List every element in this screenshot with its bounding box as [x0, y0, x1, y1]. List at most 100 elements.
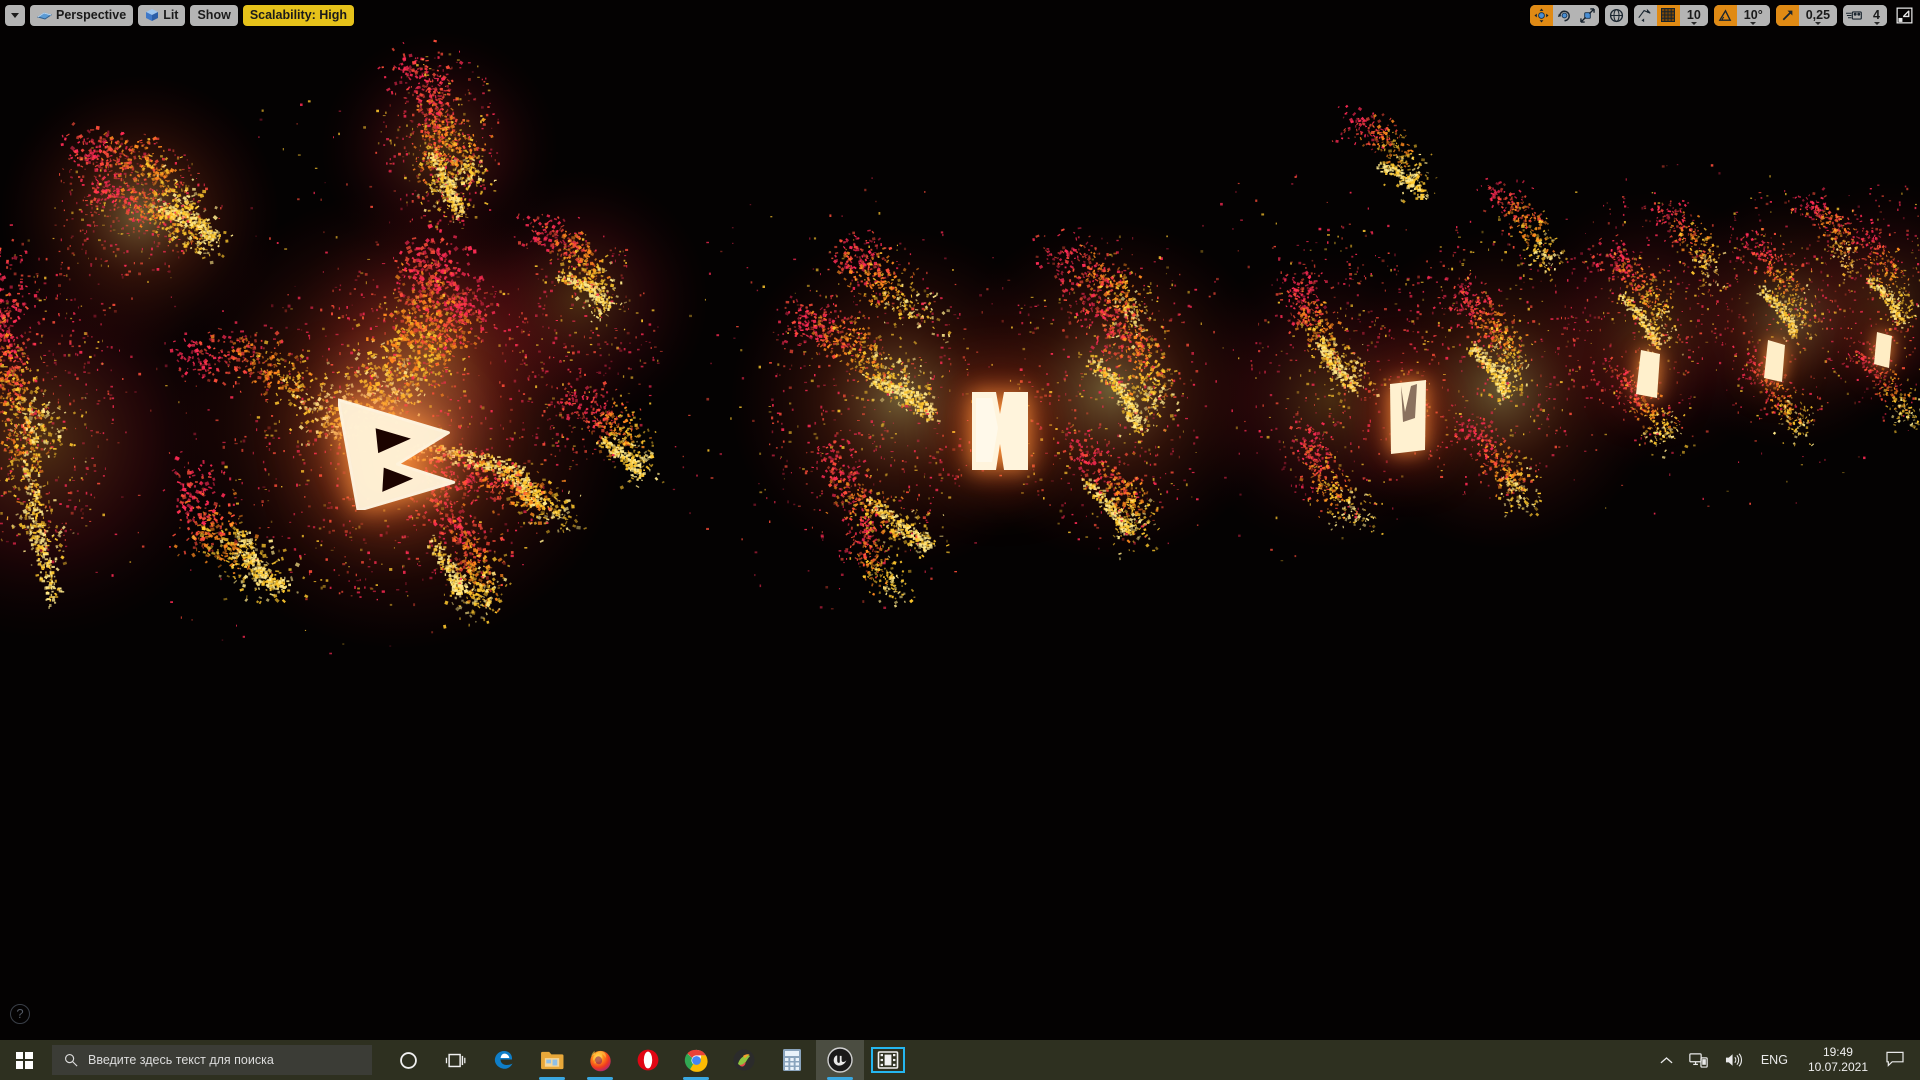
camera-speed-value-button[interactable]: 4: [1866, 4, 1887, 26]
calculator-icon: [783, 1049, 801, 1071]
chevron-down-icon: [1750, 21, 1757, 25]
fl-studio-icon: [733, 1049, 755, 1071]
opera-icon: [637, 1049, 659, 1071]
logo-far-4: [1872, 330, 1894, 372]
taskbar-item-firefox[interactable]: [576, 1040, 624, 1080]
unreal-engine-icon: [827, 1047, 853, 1073]
volume-button[interactable]: [1716, 1040, 1751, 1080]
viewport-scene: [0, 0, 1920, 1040]
scalability-button[interactable]: Scalability: High: [242, 4, 355, 26]
logo-far-3: [1762, 338, 1788, 386]
camera-perspective-icon: [37, 11, 52, 20]
scale-gizmo-icon: [1580, 7, 1595, 23]
windows-taskbar: Введите здесь текст для поиска ENG 19:49…: [0, 1040, 1920, 1080]
camera-mode-label: Perspective: [56, 8, 126, 22]
select-and-scale-button[interactable]: [1575, 4, 1599, 26]
chrome-icon: [684, 1049, 708, 1072]
viewport-options-button[interactable]: [5, 4, 25, 26]
diagonal-arrow-icon: [1782, 10, 1793, 20]
scale-snap-toggle[interactable]: [1775, 4, 1799, 26]
scalability-label: Scalability: High: [250, 8, 347, 22]
select-and-rotate-button[interactable]: [1552, 4, 1576, 26]
show-menu-label: Show: [197, 8, 230, 22]
rotation-snap-group: 10°: [1713, 4, 1770, 26]
viewport-left-toolbar: Perspective Lit Show Scalability: High: [5, 4, 355, 26]
start-button[interactable]: [0, 1040, 48, 1080]
taskbar-item-video-editor[interactable]: [864, 1040, 912, 1080]
chevron-down-icon: [1873, 21, 1880, 25]
scale-snap-group: 0,25: [1775, 4, 1838, 26]
search-input[interactable]: Введите здесь текст для поиска: [52, 1045, 372, 1075]
camera-mode-button[interactable]: Perspective: [30, 4, 134, 26]
speech-bubble-icon: [1886, 1051, 1904, 1067]
edge-icon: [494, 1051, 513, 1069]
particle-simulation: [0, 30, 1920, 655]
taskbar-item-opera[interactable]: [624, 1040, 672, 1080]
viewport-right-toolbar: 10 10° 0,25 4: [1529, 4, 1916, 26]
system-tray: ENG 19:49 10.07.2021: [1652, 1040, 1920, 1080]
taskbar-item-google-chrome[interactable]: [672, 1040, 720, 1080]
search-icon: [65, 1054, 78, 1067]
chevron-down-icon: [1690, 21, 1697, 25]
grid-snap-value-button[interactable]: 10: [1679, 4, 1708, 26]
windows-logo-icon: [15, 1051, 33, 1069]
world-coordinate-toggle[interactable]: [1604, 4, 1628, 26]
world-globe-icon: [1609, 8, 1623, 22]
surface-snapping-button[interactable]: [1633, 4, 1657, 26]
logo-b-triangle: [336, 390, 458, 513]
select-and-translate-button[interactable]: [1529, 4, 1553, 26]
camera-speed-button[interactable]: [1843, 4, 1867, 26]
camera-speed-icon: [1845, 10, 1862, 20]
translate-gizmo-icon: [1534, 7, 1549, 23]
camera-speed-group: 4: [1843, 4, 1887, 26]
coordinate-system-group: [1604, 4, 1628, 26]
network-status-button[interactable]: [1681, 1040, 1716, 1080]
clock[interactable]: 19:49 10.07.2021: [1798, 1045, 1878, 1075]
view-mode-button[interactable]: Lit: [138, 4, 186, 26]
firefox-icon: [589, 1050, 611, 1071]
scale-snap-value-button[interactable]: 0,25: [1798, 4, 1838, 26]
transform-mode-group: [1529, 4, 1599, 26]
action-center-button[interactable]: [1878, 1051, 1916, 1070]
chevron-down-icon: [11, 12, 19, 18]
taskbar-item-file-explorer[interactable]: [528, 1040, 576, 1080]
taskbar-item-cortana[interactable]: [384, 1040, 432, 1080]
taskbar-item-microsoft-edge[interactable]: [480, 1040, 528, 1080]
speaker-icon: [1725, 1053, 1742, 1067]
view-mode-label: Lit: [163, 8, 178, 22]
taskbar-item-fl-studio[interactable]: [720, 1040, 768, 1080]
show-menu-button[interactable]: Show: [190, 4, 238, 26]
lit-cube-icon: [146, 9, 159, 21]
logo-far-2: [1633, 348, 1663, 402]
film-strip-icon: [877, 1051, 899, 1069]
rotation-snap-value-button[interactable]: 10°: [1736, 4, 1770, 26]
task-view-icon: [445, 1053, 466, 1067]
rotation-snap-toggle[interactable]: [1713, 4, 1737, 26]
grid-icon: [1661, 8, 1676, 22]
folder-icon: [540, 1051, 563, 1069]
rotate-gizmo-icon: [1557, 10, 1570, 21]
angle-icon: [1718, 8, 1732, 21]
language-indicator[interactable]: ENG: [1751, 1053, 1798, 1067]
help-icon[interactable]: ?: [10, 1004, 30, 1024]
snap-settings-group: 10: [1633, 4, 1708, 26]
show-hidden-icons-button[interactable]: [1652, 1040, 1681, 1080]
taskbar-icon-list: [384, 1040, 912, 1080]
chevron-up-icon: [1660, 1056, 1673, 1063]
clock-date: 10.07.2021: [1808, 1060, 1868, 1075]
clock-time: 19:49: [1808, 1045, 1868, 1060]
surface-snap-icon: [1638, 8, 1651, 23]
taskbar-item-task-view[interactable]: [432, 1040, 480, 1080]
maximize-viewport-button[interactable]: [1893, 5, 1916, 26]
search-placeholder: Введите здесь текст для поиска: [88, 1053, 274, 1067]
maximize-viewport-icon: [1896, 7, 1913, 23]
network-icon: [1689, 1053, 1708, 1068]
logo-far-1: [1387, 378, 1429, 456]
unreal-viewport[interactable]: Perspective Lit Show Scalability: High 1…: [0, 0, 1920, 1040]
chevron-down-icon: [1814, 21, 1821, 25]
taskbar-item-calculator[interactable]: [768, 1040, 816, 1080]
logo-m-bowtie: [968, 388, 1032, 474]
grid-snap-toggle[interactable]: [1656, 4, 1680, 26]
cortana-circle-icon: [399, 1051, 417, 1069]
taskbar-item-unreal-engine[interactable]: [816, 1040, 864, 1080]
